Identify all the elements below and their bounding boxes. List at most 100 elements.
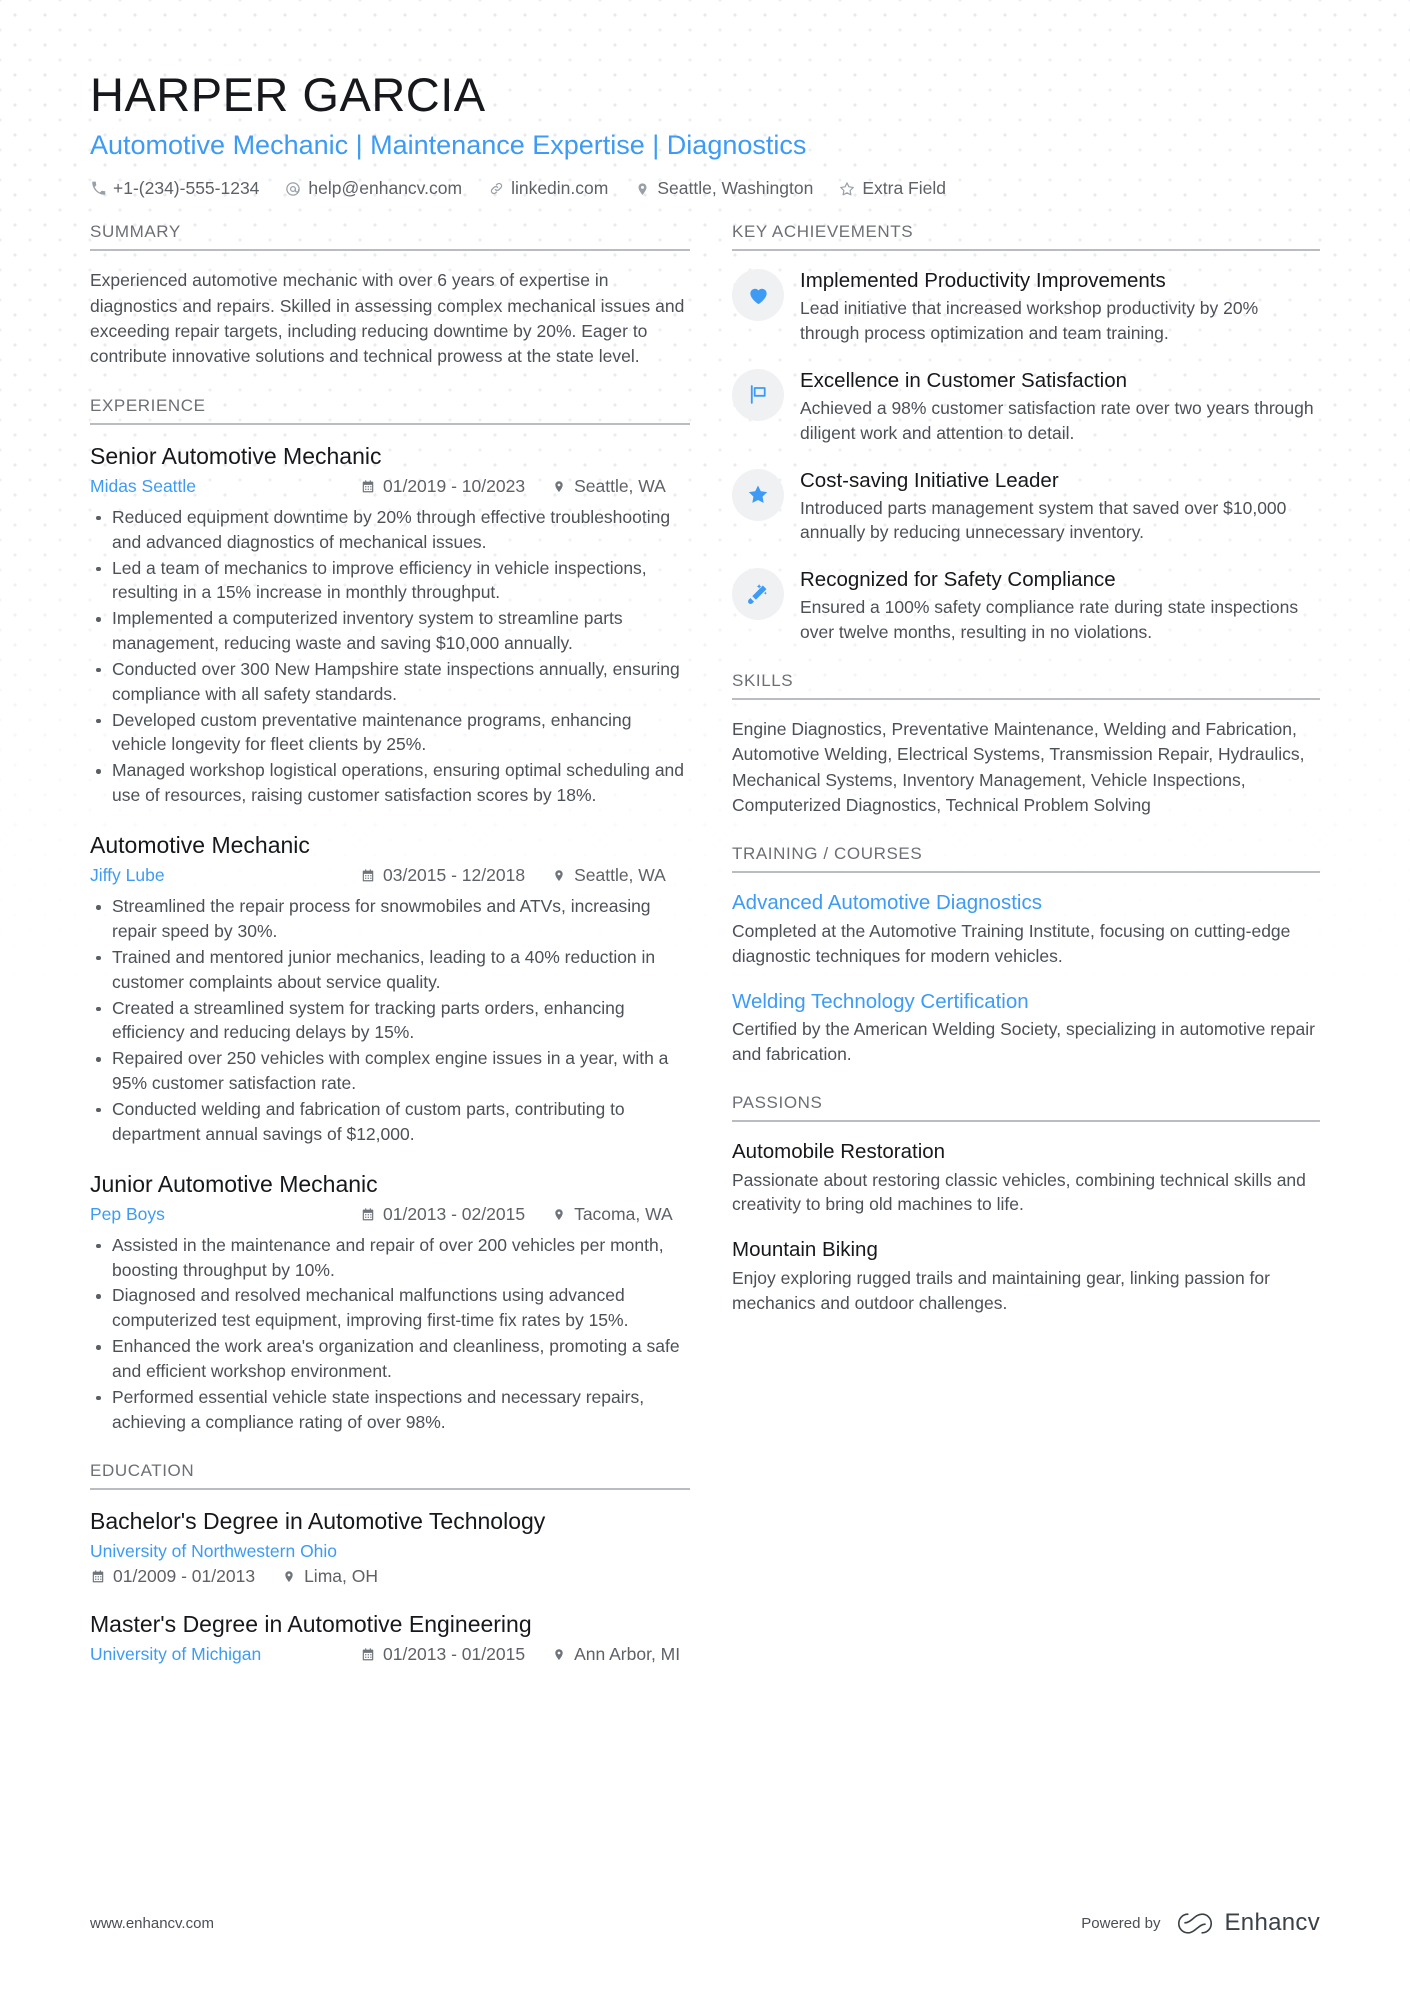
job-location-text: Seattle, WA	[574, 865, 666, 886]
summary-heading: SUMMARY	[90, 222, 690, 252]
job-title: Senior Automotive Mechanic	[90, 442, 382, 469]
star-outline-icon	[839, 181, 855, 197]
link-icon	[488, 181, 504, 197]
job-bullets: Streamlined the repair process for snowm…	[90, 894, 690, 1146]
key-achievements-heading: KEY ACHIEVEMENTS	[732, 222, 1320, 252]
resume-columns: SUMMARY Experienced automotive mechanic …	[90, 222, 1320, 1692]
experience-entry: Automotive Mechanic Jiffy Lube 03/2015 -…	[90, 831, 690, 1147]
job-company[interactable]: Jiffy Lube	[90, 864, 360, 887]
calendar-icon	[360, 1206, 375, 1222]
experience-entry: Junior Automotive Mechanic Pep Boys 01/2…	[90, 1170, 690, 1435]
section-education: EDUCATION Bachelor's Degree in Automotiv…	[90, 1461, 690, 1666]
contact-link-text: linkedin.com	[511, 178, 609, 199]
achievement-title: Cost-saving Initiative Leader	[800, 468, 1059, 492]
education-location-text: Lima, OH	[304, 1565, 378, 1586]
achievement-item: Recognized for Safety Compliance Ensured…	[732, 567, 1320, 645]
footer-website-url[interactable]: www.enhancv.com	[90, 1915, 214, 1932]
job-bullet: Assisted in the maintenance and repair o…	[90, 1233, 690, 1283]
achievement-title: Excellence in Customer Satisfaction	[800, 368, 1128, 392]
job-bullet: Implemented a computerized inventory sys…	[90, 606, 690, 656]
calendar-icon	[90, 1568, 105, 1584]
enhancv-logo: Enhancv	[1174, 1909, 1321, 1937]
contact-link[interactable]: linkedin.com	[488, 178, 608, 199]
achievement-body: Cost-saving Initiative Leader Introduced…	[800, 468, 1320, 546]
skills-text: Engine Diagnostics, Preventative Mainten…	[732, 718, 1305, 816]
job-bullet: Conducted over 300 New Hampshire state i…	[90, 657, 690, 707]
email-icon	[285, 181, 301, 197]
education-dates: 01/2009 - 01/2013	[90, 1566, 255, 1587]
contact-location[interactable]: Seattle, Washington	[634, 178, 813, 199]
school-row: University of Northwestern Ohio	[90, 1540, 690, 1563]
achievement-desc: Lead initiative that increased workshop …	[800, 298, 1259, 343]
education-location-text: Ann Arbor, MI	[574, 1644, 681, 1665]
achievement-title: Recognized for Safety Compliance	[800, 568, 1116, 592]
passion-title: Mountain Biking	[732, 1238, 878, 1262]
job-location-text: Seattle, WA	[574, 476, 666, 497]
enhancv-mark-icon	[1174, 1910, 1216, 1937]
contact-extra-field[interactable]: Extra Field	[839, 178, 946, 199]
job-dates-text: 01/2013 - 02/2015	[383, 1204, 526, 1225]
magic-wand-icon	[732, 568, 784, 621]
job-bullet: Created a streamlined system for trackin…	[90, 996, 690, 1046]
job-location: Seattle, WA	[551, 475, 666, 498]
school-name[interactable]: University of Michigan	[90, 1643, 360, 1666]
star-icon	[732, 468, 784, 521]
job-company[interactable]: Midas Seattle	[90, 475, 360, 498]
achievement-title: Implemented Productivity Improvements	[800, 269, 1166, 293]
contact-email[interactable]: help@enhancv.com	[285, 178, 462, 199]
education-meta: 01/2009 - 01/2013 Lima, OH	[90, 1566, 690, 1587]
achievement-item: Cost-saving Initiative Leader Introduced…	[732, 468, 1320, 546]
passion-title: Automobile Restoration	[732, 1140, 946, 1164]
job-bullet: Diagnosed and resolved mechanical malfun…	[90, 1283, 690, 1333]
resume-content: HARPER GARCIA Automotive Mechanic | Main…	[0, 0, 1410, 1692]
job-bullet: Conducted welding and fabrication of cus…	[90, 1097, 690, 1147]
job-dates: 01/2019 - 10/2023	[360, 475, 525, 498]
calendar-icon	[360, 1647, 375, 1663]
training-desc: Completed at the Automotive Training Ins…	[732, 921, 1291, 966]
job-bullet: Led a team of mechanics to improve effic…	[90, 556, 690, 606]
achievement-desc: Introduced parts management system that …	[800, 497, 1287, 543]
degree-title: Bachelor's Degree in Automotive Technolo…	[90, 1507, 546, 1534]
phone-icon	[90, 181, 106, 197]
training-heading: TRAINING / COURSES	[732, 844, 1320, 874]
achievement-body: Recognized for Safety Compliance Ensured…	[800, 567, 1320, 645]
location-pin-icon	[281, 1568, 296, 1584]
training-title[interactable]: Advanced Automotive Diagnostics	[732, 890, 1320, 916]
job-location: Seattle, WA	[551, 864, 666, 887]
location-pin-icon	[551, 478, 566, 494]
job-location: Tacoma, WA	[551, 1203, 673, 1226]
job-company[interactable]: Pep Boys	[90, 1203, 360, 1226]
passion-entry: Mountain Biking Enjoy exploring rugged t…	[732, 1237, 1320, 1315]
training-desc: Certified by the American Welding Societ…	[732, 1019, 1315, 1065]
degree-title: Master's Degree in Automotive Engineerin…	[90, 1610, 532, 1637]
school-name[interactable]: University of Northwestern Ohio	[90, 1540, 337, 1563]
education-entry: Bachelor's Degree in Automotive Technolo…	[90, 1507, 690, 1587]
job-bullet: Reduced equipment downtime by 20% throug…	[90, 505, 690, 555]
section-skills: SKILLS Engine Diagnostics, Preventative …	[732, 671, 1320, 819]
calendar-icon	[360, 478, 375, 494]
powered-by-label: Powered by	[1081, 1914, 1161, 1932]
job-title: Automotive Mechanic	[90, 831, 310, 858]
job-title: Junior Automotive Mechanic	[90, 1170, 378, 1197]
section-passions: PASSIONS Automobile Restoration Passiona…	[732, 1093, 1320, 1316]
job-dates-text: 03/2015 - 12/2018	[383, 865, 526, 886]
achievement-body: Implemented Productivity Improvements Le…	[800, 268, 1320, 346]
contact-phone-text: +1-(234)-555-1234	[113, 178, 260, 199]
education-meta: University of Michigan 01/2013 - 01/2015	[90, 1643, 690, 1666]
candidate-name: HARPER GARCIA	[90, 68, 486, 121]
contact-email-text: help@enhancv.com	[308, 178, 463, 199]
job-location-text: Tacoma, WA	[574, 1204, 673, 1225]
job-meta: Midas Seattle 01/2019 - 10/2023 Seattle,…	[90, 475, 690, 498]
education-entry: Master's Degree in Automotive Engineerin…	[90, 1610, 690, 1666]
summary-text: Experienced automotive mechanic with ove…	[90, 270, 685, 367]
experience-heading: EXPERIENCE	[90, 396, 690, 425]
flag-icon	[732, 368, 784, 421]
contact-phone[interactable]: +1-(234)-555-1234	[90, 178, 259, 199]
passion-entry: Automobile Restoration Passionate about …	[732, 1139, 1320, 1217]
location-pin-icon	[551, 1647, 566, 1663]
education-dates-text: 01/2009 - 01/2013	[113, 1565, 256, 1586]
resume-header: HARPER GARCIA Automotive Mechanic | Main…	[90, 68, 1320, 199]
contact-location-text: Seattle, Washington	[657, 178, 814, 199]
location-pin-icon	[551, 1206, 566, 1222]
training-title[interactable]: Welding Technology Certification	[732, 989, 1320, 1015]
